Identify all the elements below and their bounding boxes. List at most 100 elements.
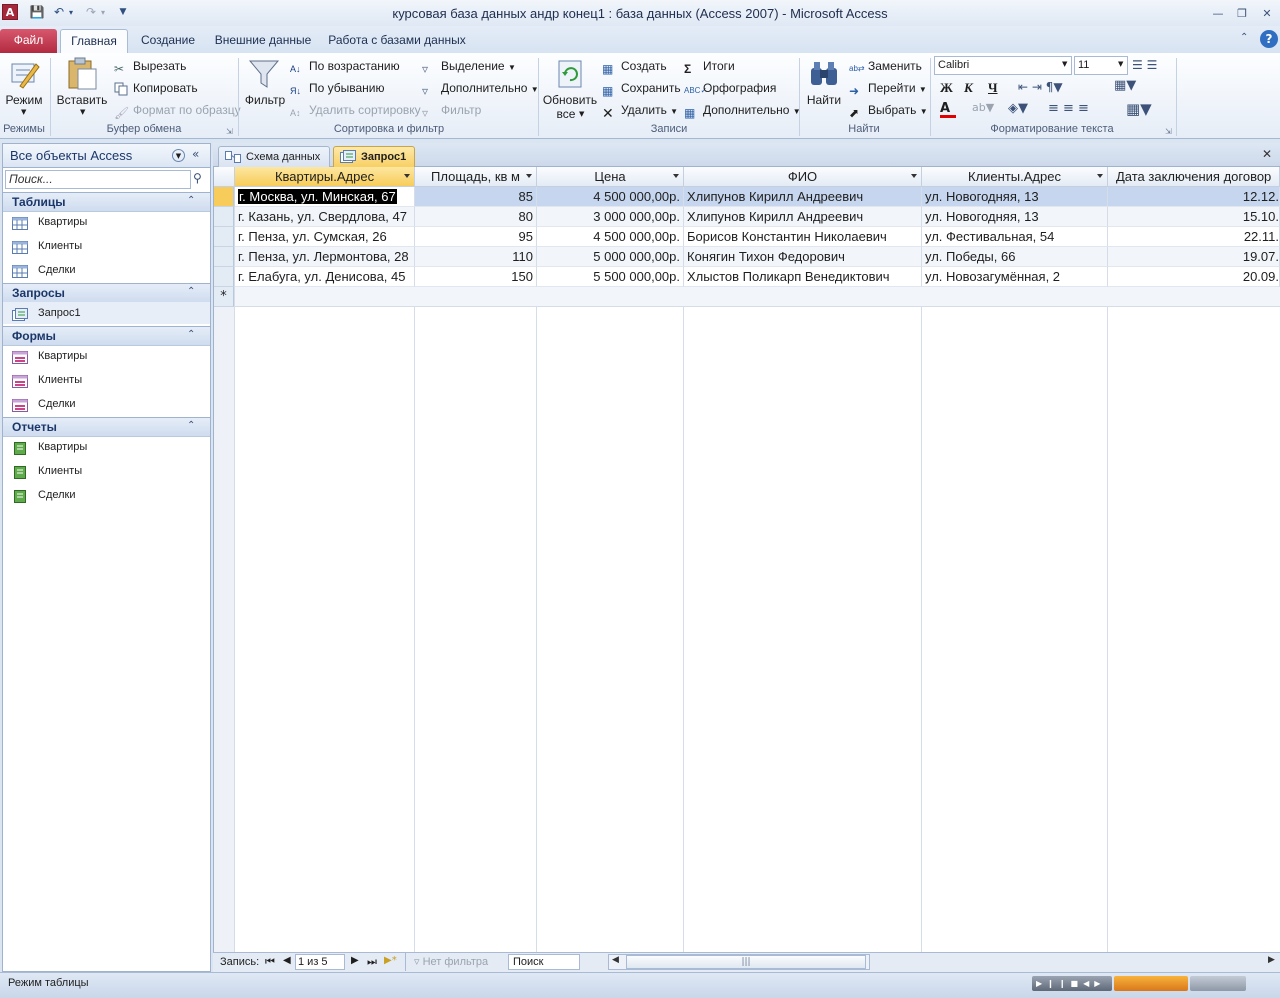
tab-home[interactable]: Главная bbox=[60, 29, 128, 53]
advanced-filter-button[interactable]: ▿ Дополнительно ▼ bbox=[422, 79, 539, 98]
table-cell[interactable]: Борисов Константин Николаевич bbox=[684, 227, 922, 247]
nav-group-reports[interactable]: Отчеты bbox=[3, 417, 210, 437]
sort-ascending-button[interactable]: A↓ По возрастанию bbox=[290, 57, 400, 75]
table-cell[interactable]: ул. Фестивальная, 54 bbox=[922, 227, 1108, 247]
table-cell[interactable]: г. Казань, ул. Свердлова, 47 bbox=[235, 207, 415, 227]
nav-group-forms[interactable]: Формы bbox=[3, 326, 210, 346]
view-mode-button[interactable]: Режим bbox=[2, 93, 46, 107]
media-progress-bar[interactable] bbox=[1114, 976, 1188, 991]
refresh-dropdown-icon[interactable]: ▼ bbox=[579, 110, 584, 118]
table-cell[interactable]: г. Елабуга, ул. Денисова, 45 bbox=[235, 267, 415, 287]
row-selector[interactable] bbox=[214, 267, 234, 287]
doc-tab-query1[interactable]: Запрос1 bbox=[333, 146, 415, 167]
table-cell[interactable]: 4 500 000,00р. bbox=[537, 227, 684, 247]
column-dropdown-icon[interactable] bbox=[526, 174, 532, 178]
format-painter-button[interactable]: 🖌 Формат по образцу bbox=[114, 101, 241, 120]
select-all-corner[interactable] bbox=[214, 167, 235, 187]
goto-button[interactable]: ➜ Перейти ▼ bbox=[849, 79, 927, 98]
search-icon[interactable]: ⚲ bbox=[193, 171, 202, 185]
gridlines-icon[interactable]: ▦▼ bbox=[1114, 78, 1136, 93]
table-cell[interactable]: 15.10. bbox=[1108, 207, 1280, 227]
refresh-all-button[interactable]: Обновить bbox=[542, 93, 598, 107]
select-button[interactable]: ⬈ Выбрать ▼ bbox=[849, 101, 928, 120]
tab-database-tools[interactable]: Работа с базами данных bbox=[326, 29, 468, 53]
next-record-icon[interactable]: ▶ bbox=[351, 955, 359, 966]
table-cell[interactable]: ул. Новогодняя, 13 bbox=[922, 187, 1108, 207]
column-header-client-address[interactable]: Клиенты.Адрес bbox=[922, 167, 1108, 187]
alternate-row-icon[interactable]: ▦▼ bbox=[1126, 100, 1152, 118]
table-cell[interactable]: Конягин Тихон Федорович bbox=[684, 247, 922, 267]
table-cell[interactable]: 19.07. bbox=[1108, 247, 1280, 267]
column-header-fio[interactable]: ФИО bbox=[684, 167, 922, 187]
table-cell[interactable]: г. Пенза, ул. Сумская, 26 bbox=[235, 227, 415, 247]
cut-button[interactable]: ✂ Вырезать bbox=[114, 57, 186, 76]
table-cell[interactable]: ул. Новогодняя, 13 bbox=[922, 207, 1108, 227]
list-bullets-icons[interactable]: ☰ ☰ bbox=[1132, 58, 1172, 74]
scroll-left-icon[interactable]: ◀ bbox=[612, 955, 619, 965]
collapse-group-icon[interactable]: ⌃ bbox=[187, 329, 195, 340]
italic-button[interactable]: К bbox=[964, 80, 973, 96]
table-cell[interactable]: 150 bbox=[415, 267, 537, 287]
nav-item-report-sdelki[interactable]: Сделки bbox=[12, 484, 76, 506]
table-cell[interactable]: 5 500 000,00р. bbox=[537, 267, 684, 287]
paste-icon[interactable] bbox=[66, 57, 98, 91]
nav-menu-dropdown-icon[interactable]: ▼ bbox=[172, 149, 185, 162]
new-record-row[interactable] bbox=[235, 287, 1280, 307]
row-selector-current[interactable] bbox=[214, 187, 234, 207]
restore-icon[interactable]: ❐ bbox=[1232, 6, 1252, 22]
prev-record-icon[interactable]: ◀ bbox=[283, 955, 291, 966]
align-icons[interactable]: ≡ ≡ ≡ bbox=[1048, 101, 1089, 116]
delete-record-button[interactable]: ✕ Удалить ▼ bbox=[602, 101, 678, 121]
text-format-launcher-icon[interactable]: ⇲ bbox=[1165, 127, 1172, 136]
save-record-button[interactable]: ▦ Сохранить bbox=[602, 79, 681, 98]
new-row-marker[interactable]: * bbox=[214, 287, 234, 307]
binoculars-icon[interactable] bbox=[808, 58, 840, 90]
record-search-input[interactable]: Поиск bbox=[508, 954, 580, 970]
copy-button[interactable]: Копировать bbox=[114, 79, 198, 97]
nav-item-form-klienty[interactable]: Клиенты bbox=[12, 369, 82, 391]
more-records-button[interactable]: ▦ Дополнительно ▼ bbox=[684, 101, 801, 120]
column-header-contract-date[interactable]: Дата заключения договор bbox=[1108, 167, 1280, 187]
current-record-input[interactable]: 1 из 5 bbox=[295, 954, 345, 970]
column-dropdown-icon[interactable] bbox=[673, 174, 679, 178]
nav-pane-title[interactable]: Все объекты Access bbox=[10, 148, 132, 163]
volume-slider[interactable] bbox=[1190, 976, 1246, 991]
table-cell[interactable]: 80 bbox=[415, 207, 537, 227]
minimize-icon[interactable]: — bbox=[1208, 6, 1228, 22]
replace-button[interactable]: ab⇄ Заменить bbox=[849, 57, 922, 75]
nav-item-report-kvartiry[interactable]: Квартиры bbox=[12, 436, 87, 458]
scrollbar-thumb[interactable]: ||| bbox=[626, 955, 866, 969]
collapse-group-icon[interactable]: ⌃ bbox=[187, 420, 195, 431]
table-cell[interactable]: Хлыстов Поликарп Венедиктович bbox=[684, 267, 922, 287]
first-record-icon[interactable]: ⏮ bbox=[265, 955, 275, 969]
scroll-right-icon[interactable]: ▶ bbox=[1268, 955, 1275, 965]
selection-button[interactable]: ▿ Выделение ▼ bbox=[422, 57, 516, 76]
close-document-icon[interactable]: ✕ bbox=[1262, 147, 1272, 161]
filter-button[interactable]: Фильтр bbox=[242, 93, 288, 107]
tab-external-data[interactable]: Внешние данные bbox=[210, 29, 316, 53]
table-cell[interactable]: 12.12. bbox=[1108, 187, 1280, 207]
find-button[interactable]: Найти bbox=[804, 93, 844, 107]
media-controls-icon[interactable]: ▶❙❙■◀▶ bbox=[1032, 976, 1112, 991]
nav-group-tables[interactable]: Таблицы bbox=[3, 192, 210, 212]
nav-search-input[interactable]: Поиск... bbox=[5, 170, 191, 189]
remove-sort-button[interactable]: A↕ Удалить сортировку bbox=[290, 101, 421, 119]
indent-icons[interactable]: ⇤ ⇥ ¶▼ bbox=[1018, 80, 1063, 94]
last-record-icon[interactable]: ⏭ bbox=[367, 955, 377, 969]
column-header-apartment-address[interactable]: Квартиры.Адрес bbox=[235, 167, 415, 187]
table-cell[interactable]: Хлипунов Кирилл Андреевич bbox=[684, 207, 922, 227]
table-cell[interactable]: 3 000 000,00р. bbox=[537, 207, 684, 227]
font-size-dropdown-icon[interactable]: ▼ bbox=[1118, 60, 1123, 68]
column-dropdown-icon[interactable] bbox=[1097, 174, 1103, 178]
sort-descending-button[interactable]: Я↓ По убыванию bbox=[290, 79, 385, 97]
filter-funnel-icon[interactable] bbox=[248, 58, 280, 90]
new-record-nav-icon[interactable]: ▶* bbox=[384, 955, 397, 966]
nav-item-form-sdelki[interactable]: Сделки bbox=[12, 393, 76, 415]
table-cell[interactable]: 95 bbox=[415, 227, 537, 247]
doc-tab-relationships[interactable]: Схема данных bbox=[218, 146, 330, 167]
table-cell[interactable]: Хлипунов Кирилл Андреевич bbox=[684, 187, 922, 207]
table-cell[interactable]: ул. Новозагумённая, 2 bbox=[922, 267, 1108, 287]
refresh-icon[interactable] bbox=[556, 58, 586, 90]
font-name-select[interactable]: Calibri bbox=[934, 56, 1072, 75]
tab-file[interactable]: Файл bbox=[0, 29, 57, 53]
